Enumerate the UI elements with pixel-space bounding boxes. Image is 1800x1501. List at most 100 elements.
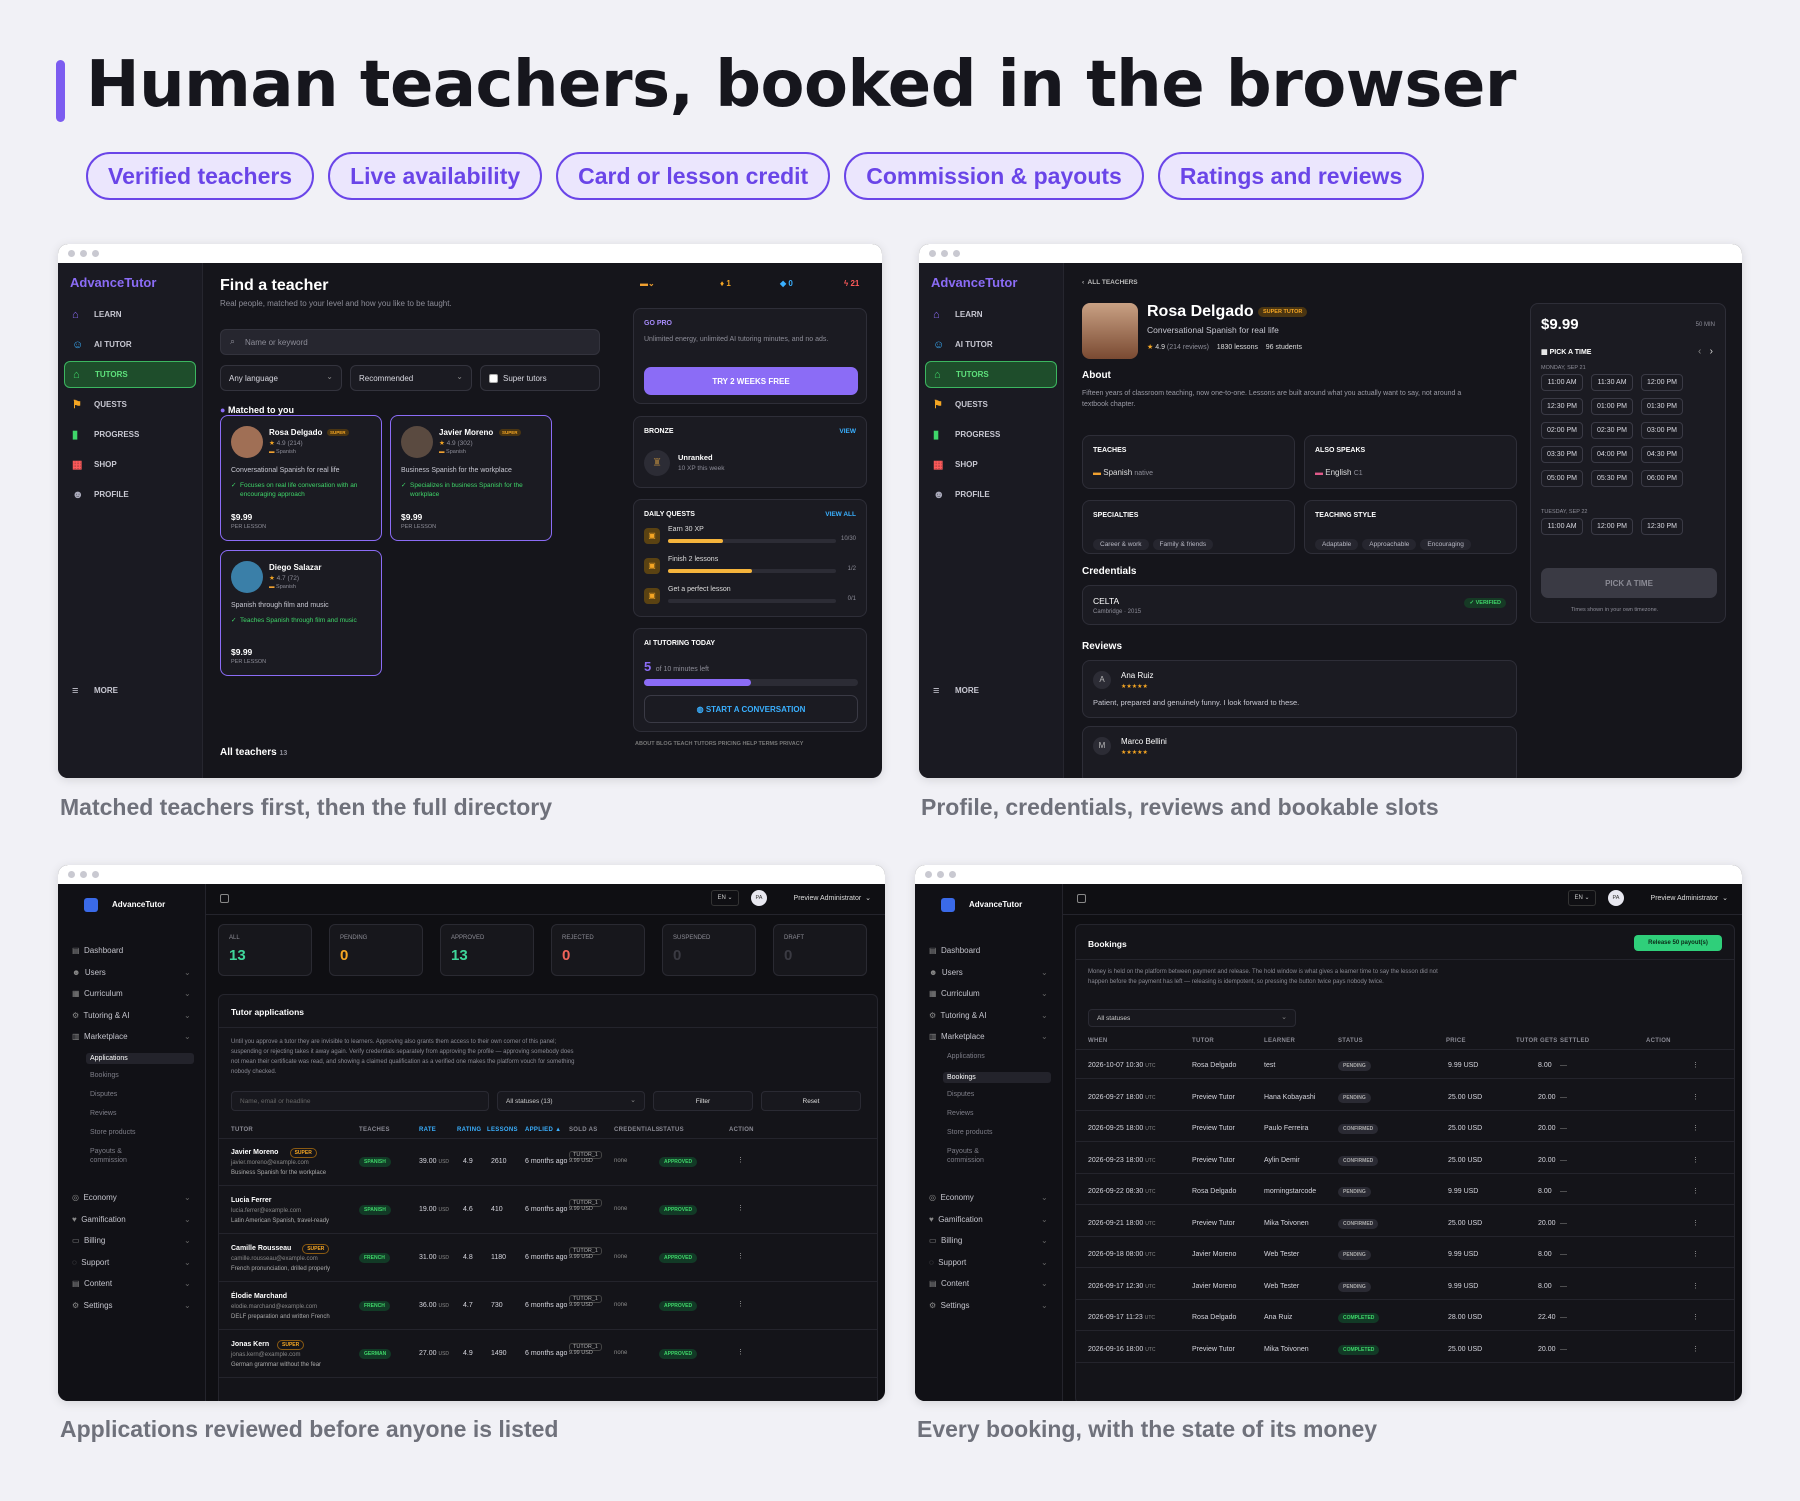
admin-nav-gamification[interactable]: ♥ Gamification ⌄: [929, 1215, 1048, 1224]
time-slot[interactable]: 05:30 PM: [1591, 470, 1633, 487]
stat-card-approved[interactable]: APPROVED 13: [440, 924, 534, 976]
stat-card-all[interactable]: ALL 13: [218, 924, 312, 976]
admin-nav-gamification[interactable]: ♥ Gamification ⌄: [72, 1215, 191, 1224]
row-actions-icon[interactable]: ⋮: [737, 1348, 744, 1356]
nav-learn[interactable]: ⌂ LEARN: [64, 301, 196, 328]
row-actions-icon[interactable]: ⋮: [1692, 1187, 1699, 1195]
time-slot[interactable]: 01:00 PM: [1591, 398, 1633, 415]
nav-learn[interactable]: ⌂ LEARN: [925, 301, 1057, 328]
nav-more[interactable]: ≡ MORE: [925, 677, 1057, 704]
admin-nav-tutoring[interactable]: ⚙ Tutoring & AI ⌄: [929, 1011, 1048, 1020]
marketplace-sub-item[interactable]: Disputes: [90, 1091, 117, 1098]
marketplace-sub-item[interactable]: commission: [947, 1157, 984, 1164]
row-actions-icon[interactable]: ⋮: [1692, 1250, 1699, 1258]
time-slot[interactable]: 04:30 PM: [1641, 446, 1683, 463]
marketplace-sub-item[interactable]: Applications: [947, 1053, 985, 1060]
teacher-card[interactable]: Rosa Delgado SUPER ★ 4.9 (214) ▬ Spanish Con…: [220, 415, 382, 541]
nav-progress[interactable]: ▮ PROGRESS: [64, 421, 196, 448]
row-actions-icon[interactable]: ⋮: [1692, 1156, 1699, 1164]
nav-shop[interactable]: ▦ SHOP: [64, 451, 196, 478]
time-slot[interactable]: 04:00 PM: [1591, 446, 1633, 463]
marketplace-sub-item[interactable]: Bookings: [90, 1072, 119, 1079]
time-slot[interactable]: 11:30 AM: [1591, 374, 1633, 391]
time-slot[interactable]: 03:00 PM: [1641, 422, 1683, 439]
applications-search[interactable]: Name, email or headline: [231, 1091, 489, 1111]
time-slot[interactable]: 12:30 PM: [1641, 518, 1683, 535]
teacher-card[interactable]: Diego Salazar ★ 4.7 (72) ▬ Spanish Spanish …: [220, 550, 382, 676]
row-actions-icon[interactable]: ⋮: [1692, 1124, 1699, 1132]
admin-nav-support[interactable]: ◌ Support ⌄: [72, 1258, 191, 1267]
admin-nav-marketplace[interactable]: ▥ Marketplace ⌄: [72, 1032, 191, 1041]
admin-nav-content[interactable]: ▤ Content ⌄: [72, 1279, 191, 1288]
sidebar-toggle-icon[interactable]: [1077, 894, 1086, 903]
nav-quests[interactable]: ⚑ QUESTS: [925, 391, 1057, 418]
marketplace-sub-item[interactable]: Store products: [90, 1129, 136, 1136]
admin-nav-settings[interactable]: ⚙ Settings ⌄: [72, 1301, 191, 1310]
nav-quests[interactable]: ⚑ QUESTS: [64, 391, 196, 418]
time-slot[interactable]: 02:00 PM: [1541, 422, 1583, 439]
marketplace-sub-item[interactable]: Bookings: [943, 1072, 1051, 1083]
admin-nav-curriculum[interactable]: ▦ Curriculum ⌄: [929, 989, 1048, 998]
row-actions-icon[interactable]: ⋮: [737, 1156, 744, 1164]
admin-nav-users[interactable]: ☻ Users ⌄: [929, 968, 1048, 977]
time-slot[interactable]: 01:30 PM: [1641, 398, 1683, 415]
user-menu[interactable]: Preview Administrator ⌄: [794, 894, 871, 902]
time-slot[interactable]: 12:00 PM: [1591, 518, 1633, 535]
admin-nav-billing[interactable]: ▭ Billing ⌄: [929, 1236, 1048, 1245]
view-all-link[interactable]: VIEW ALL: [825, 511, 856, 518]
admin-nav-content[interactable]: ▤ Content ⌄: [929, 1279, 1048, 1288]
nav-tutors[interactable]: ⌂ TUTORS: [925, 361, 1057, 388]
release-payouts-button[interactable]: Release 50 payout(s): [1634, 935, 1722, 951]
time-slot[interactable]: 03:30 PM: [1541, 446, 1583, 463]
marketplace-sub-item[interactable]: Applications: [86, 1053, 194, 1064]
status-filter-select[interactable]: All statuses (13) ⌄: [497, 1091, 645, 1111]
time-slot[interactable]: 11:00 AM: [1541, 518, 1583, 535]
stat-card-suspended[interactable]: SUSPENDED 0: [662, 924, 756, 976]
admin-nav-support[interactable]: ◌ Support ⌄: [929, 1258, 1048, 1267]
try-free-button[interactable]: TRY 2 WEEKS FREE: [644, 367, 858, 395]
time-slot[interactable]: 06:00 PM: [1641, 470, 1683, 487]
stat-card-rejected[interactable]: REJECTED 0: [551, 924, 645, 976]
search-input[interactable]: ⌕ Name or keyword: [220, 329, 600, 355]
nav-profile[interactable]: ☻ PROFILE: [925, 481, 1057, 508]
nav-progress[interactable]: ▮ PROGRESS: [925, 421, 1057, 448]
row-actions-icon[interactable]: ⋮: [737, 1204, 744, 1212]
admin-nav-users[interactable]: ☻ Users ⌄: [72, 968, 191, 977]
slots-nav[interactable]: ‹ ›: [1698, 346, 1713, 357]
admin-nav-dashboard[interactable]: ▤ Dashboard: [72, 946, 123, 955]
marketplace-sub-item[interactable]: Disputes: [947, 1091, 974, 1098]
admin-nav-economy[interactable]: ◎ Economy ⌄: [72, 1193, 191, 1202]
admin-nav-billing[interactable]: ▭ Billing ⌄: [72, 1236, 191, 1245]
marketplace-sub-item[interactable]: Payouts &: [947, 1148, 979, 1155]
nav-ai-tutor[interactable]: ☺ AI TUTOR: [64, 331, 196, 358]
admin-nav-marketplace[interactable]: ▥ Marketplace ⌄: [929, 1032, 1048, 1041]
nav-ai-tutor[interactable]: ☺ AI TUTOR: [925, 331, 1057, 358]
language-select[interactable]: Any language ⌄: [220, 365, 342, 391]
admin-nav-curriculum[interactable]: ▦ Curriculum ⌄: [72, 989, 191, 998]
marketplace-sub-item[interactable]: Store products: [947, 1129, 993, 1136]
view-link[interactable]: VIEW: [839, 428, 856, 435]
nav-more[interactable]: ≡ MORE: [64, 677, 196, 704]
reset-button[interactable]: Reset: [761, 1091, 861, 1111]
sidebar-toggle-icon[interactable]: [220, 894, 229, 903]
back-link[interactable]: ‹ ALL TEACHERS: [1082, 279, 1138, 286]
row-actions-icon[interactable]: ⋮: [1692, 1093, 1699, 1101]
nav-shop[interactable]: ▦ SHOP: [925, 451, 1057, 478]
super-tutors-toggle[interactable]: Super tutors: [480, 365, 600, 391]
nav-tutors[interactable]: ⌂ TUTORS: [64, 361, 196, 388]
time-slot[interactable]: 02:30 PM: [1591, 422, 1633, 439]
language-switch[interactable]: EN ⌄: [1568, 890, 1596, 906]
sort-select[interactable]: Recommended ⌄: [350, 365, 472, 391]
marketplace-sub-item[interactable]: Reviews: [90, 1110, 116, 1117]
teacher-card[interactable]: Javier Moreno SUPER ★ 4.9 (302) ▬ Spanish Bu…: [390, 415, 552, 541]
footer-links[interactable]: ABOUT BLOG TEACH TUTORS PRICING HELP TER…: [635, 741, 803, 747]
flag-icon[interactable]: ▬⌄: [640, 279, 655, 288]
row-actions-icon[interactable]: ⋮: [1692, 1219, 1699, 1227]
time-slot[interactable]: 05:00 PM: [1541, 470, 1583, 487]
pick-time-button[interactable]: PICK A TIME: [1541, 568, 1717, 598]
language-switch[interactable]: EN ⌄: [711, 890, 739, 906]
admin-nav-settings[interactable]: ⚙ Settings ⌄: [929, 1301, 1048, 1310]
admin-nav-dashboard[interactable]: ▤ Dashboard: [929, 946, 980, 955]
filter-button[interactable]: Filter: [653, 1091, 753, 1111]
row-actions-icon[interactable]: ⋮: [1692, 1282, 1699, 1290]
